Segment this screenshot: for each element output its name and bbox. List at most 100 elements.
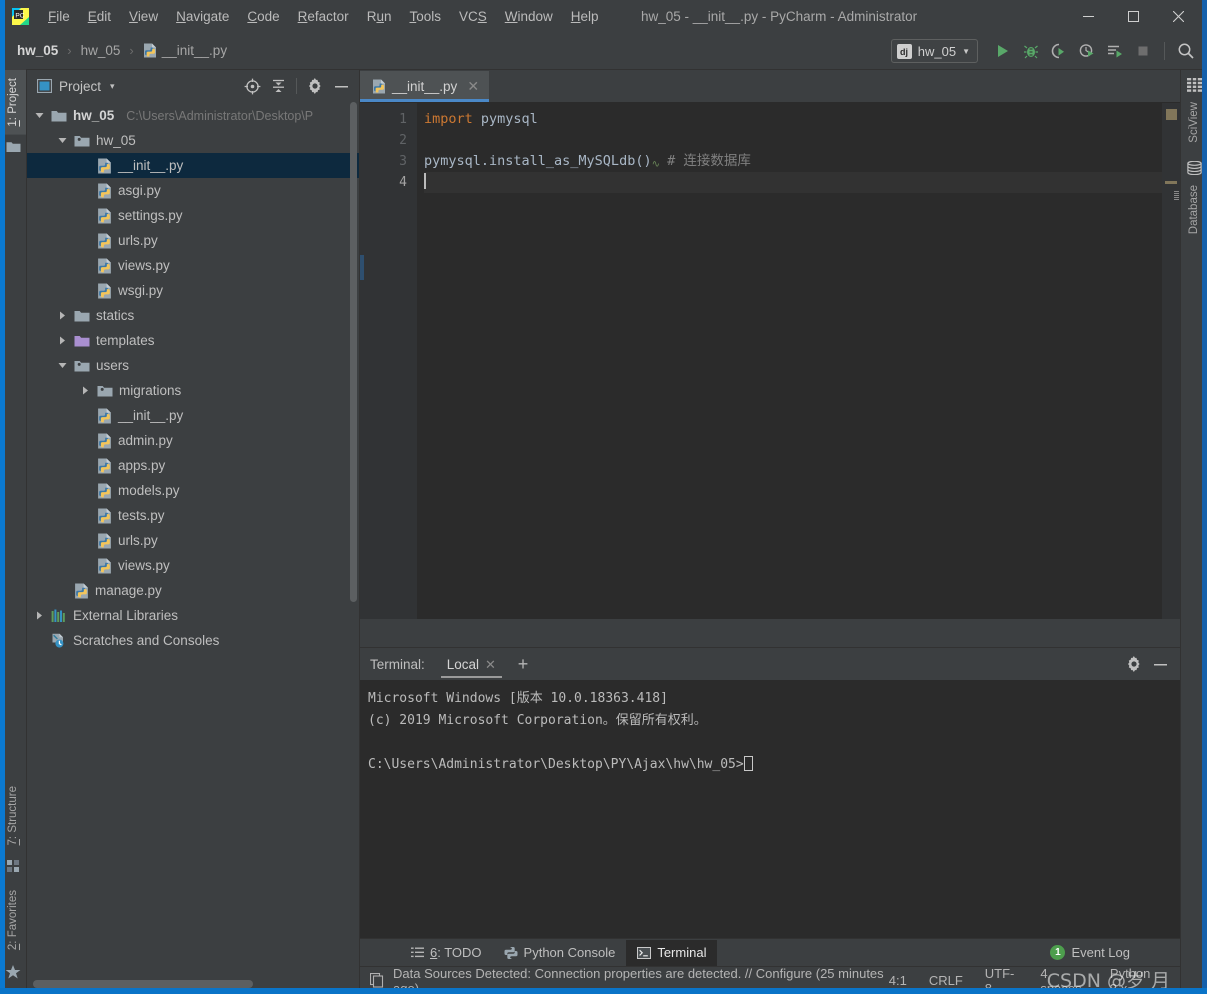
tree-item-apps-py[interactable]: apps.py bbox=[27, 453, 359, 478]
project-panel-header: Project ▾ bbox=[27, 70, 359, 102]
chevron-right-icon[interactable] bbox=[33, 609, 46, 622]
chevron-down-icon[interactable]: ▼ bbox=[962, 47, 970, 56]
maximize-button[interactable] bbox=[1111, 1, 1156, 32]
chevron-right-icon[interactable] bbox=[79, 384, 92, 397]
chevron-down-icon[interactable] bbox=[56, 134, 69, 147]
menu-item-window[interactable]: Window bbox=[496, 5, 562, 28]
debug-button[interactable] bbox=[1018, 38, 1044, 64]
project-tree[interactable]: hw_05 C:\Users\Administrator\Desktop\P hw_… bbox=[27, 102, 359, 994]
chevron-right-icon[interactable] bbox=[56, 309, 69, 322]
search-everywhere-icon[interactable] bbox=[1173, 38, 1199, 64]
profile-button[interactable] bbox=[1074, 38, 1100, 64]
line-separator[interactable]: CRLF bbox=[929, 973, 963, 988]
minimize-button[interactable] bbox=[1066, 1, 1111, 32]
tree-item-asgi-py[interactable]: asgi.py bbox=[27, 178, 359, 203]
stop-button[interactable] bbox=[1130, 38, 1156, 64]
settings-gear-button[interactable] bbox=[303, 74, 327, 98]
hide-panel-button[interactable] bbox=[329, 74, 353, 98]
collapse-all-button[interactable] bbox=[266, 74, 290, 98]
terminal-hide-button[interactable] bbox=[1148, 652, 1172, 676]
breadcrumb-item-1[interactable]: hw_05 bbox=[78, 41, 124, 60]
code-line[interactable] bbox=[424, 172, 1162, 193]
tree-item-settings-py[interactable]: settings.py bbox=[27, 203, 359, 228]
tree-item-urls-py[interactable]: urls.py bbox=[27, 528, 359, 553]
terminal-settings-button[interactable] bbox=[1122, 652, 1146, 676]
breadcrumb-item-2[interactable]: __init__.py bbox=[140, 41, 230, 60]
tree-item-label-group: asgi.py bbox=[97, 183, 161, 199]
tree-item-urls-py[interactable]: urls.py bbox=[27, 228, 359, 253]
tree-item-views-py[interactable]: views.py bbox=[27, 253, 359, 278]
run-console-button[interactable] bbox=[1102, 38, 1128, 64]
copy-icon bbox=[370, 973, 384, 988]
scrollbar-thumb-dots bbox=[1174, 191, 1179, 201]
editor-tab-init-py[interactable]: __init__.py ✕ bbox=[360, 71, 490, 102]
menu-item-code[interactable]: Code bbox=[238, 5, 288, 28]
tree-horizontal-scrollbar[interactable] bbox=[33, 980, 253, 988]
code-content[interactable]: import pymysql pymysql.install_as_MySQLdb… bbox=[418, 103, 1162, 619]
menu-item-file[interactable]: File bbox=[39, 5, 79, 28]
menu-item-refactor[interactable]: Refactor bbox=[289, 5, 358, 28]
chevron-right-icon[interactable] bbox=[56, 334, 69, 347]
bottom-tab-todo[interactable]: 6: TODO bbox=[400, 940, 493, 966]
close-icon[interactable]: ✕ bbox=[467, 78, 479, 95]
tree-item-templates[interactable]: templates bbox=[27, 328, 359, 353]
tree-vertical-scrollbar[interactable] bbox=[350, 102, 357, 602]
tree-item-external-libraries[interactable]: External Libraries bbox=[27, 603, 359, 628]
tree-item-migrations[interactable]: migrations bbox=[27, 378, 359, 403]
close-icon[interactable]: ✕ bbox=[485, 657, 496, 673]
tree-item-hw-05[interactable]: hw_05 bbox=[27, 128, 359, 153]
tree-item-admin-py[interactable]: admin.py bbox=[27, 428, 359, 453]
tree-item--init-py[interactable]: __init__.py bbox=[27, 153, 359, 178]
chevron-down-icon[interactable]: ▾ bbox=[110, 81, 115, 92]
line-number: 1 bbox=[399, 112, 407, 127]
menu-item-tools[interactable]: Tools bbox=[400, 5, 450, 28]
bottom-tab-python-console[interactable]: Python Console bbox=[493, 940, 627, 966]
caret-position[interactable]: 4:1 bbox=[889, 973, 907, 988]
menu-item-vcs[interactable]: VCS bbox=[450, 5, 496, 28]
menu-item-help[interactable]: Help bbox=[562, 5, 608, 28]
menu-item-navigate[interactable]: Navigate bbox=[167, 5, 238, 28]
tree-item-views-py[interactable]: views.py bbox=[27, 553, 359, 578]
tree-item-tests-py[interactable]: tests.py bbox=[27, 503, 359, 528]
coverage-button[interactable] bbox=[1046, 38, 1072, 64]
terminal-tool-window: Terminal: Local ✕ + Microsoft Windows [版… bbox=[360, 647, 1180, 938]
terminal-session-tab-local[interactable]: Local ✕ bbox=[439, 651, 504, 678]
menu-item-edit[interactable]: Edit bbox=[79, 5, 120, 28]
tree-item-name: hw_05 bbox=[73, 108, 115, 123]
close-button[interactable] bbox=[1156, 1, 1201, 32]
menu-item-view[interactable]: View bbox=[120, 5, 167, 28]
project-panel-title[interactable]: Project ▾ bbox=[37, 79, 115, 94]
window-controls bbox=[1066, 0, 1201, 32]
code-line[interactable] bbox=[424, 130, 1162, 151]
event-log-button[interactable]: 1 Event Log bbox=[1050, 945, 1180, 960]
tree-item-statics[interactable]: statics bbox=[27, 303, 359, 328]
tree-item-name: views.py bbox=[118, 558, 170, 573]
tree-item-wsgi-py[interactable]: wsgi.py bbox=[27, 278, 359, 303]
select-opened-file-button[interactable] bbox=[240, 74, 264, 98]
module-folder-icon bbox=[74, 134, 90, 148]
chevron-down-icon[interactable] bbox=[33, 109, 46, 122]
code-line[interactable]: import pymysql bbox=[424, 109, 1162, 130]
chevron-down-icon[interactable] bbox=[56, 359, 69, 372]
tree-item-label-group: urls.py bbox=[97, 233, 158, 249]
menu-item-run[interactable]: Run bbox=[358, 5, 401, 28]
code-line[interactable]: pymysql.install_as_MySQLdb()∿ # 连接数据库 bbox=[424, 151, 1162, 172]
tree-item-users[interactable]: users bbox=[27, 353, 359, 378]
code-editor[interactable]: 1 2 3 4 import pymysql pymysql.install_as_My… bbox=[360, 102, 1180, 619]
tree-item-manage-py[interactable]: manage.py bbox=[27, 578, 359, 603]
run-configuration-selector[interactable]: dj hw_05 ▼ bbox=[890, 39, 978, 63]
run-button[interactable] bbox=[990, 38, 1016, 64]
new-terminal-session-button[interactable]: + bbox=[510, 652, 536, 676]
tree-item-models-py[interactable]: models.py bbox=[27, 478, 359, 503]
bottom-tab-terminal[interactable]: Terminal bbox=[626, 939, 718, 966]
error-stripe-marker-panel[interactable] bbox=[1162, 103, 1180, 619]
tree-item-label-group: users bbox=[74, 358, 129, 373]
tree-item-scratches-and-consoles[interactable]: Scratches and Consoles bbox=[27, 628, 359, 653]
menu-bar[interactable]: File Edit View Navigate Code Refactor Ru… bbox=[39, 5, 608, 28]
breadcrumb-item-0[interactable]: hw_05 bbox=[14, 41, 61, 60]
tree-item-hw-05[interactable]: hw_05 C:\Users\Administrator\Desktop\P bbox=[27, 103, 359, 128]
tree-item--init-py[interactable]: __init__.py bbox=[27, 403, 359, 428]
terminal-output[interactable]: Microsoft Windows [版本 10.0.18363.418] (c)… bbox=[360, 680, 1180, 938]
